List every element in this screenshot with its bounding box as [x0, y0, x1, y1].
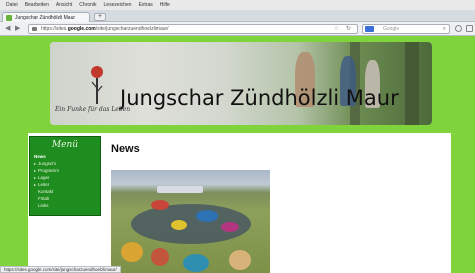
sidebar-item-label: News — [34, 154, 46, 159]
favicon-icon — [6, 14, 12, 21]
sidebar-item-foetali[interactable]: Fötali — [34, 195, 96, 202]
photo-crowd — [171, 220, 187, 230]
site-header-banner: Jungschar Zündhölzli Maur Ein Funke für … — [50, 42, 432, 125]
menu-lesezeichen[interactable]: Lesezeichen — [104, 0, 132, 10]
tab-title: Jungschar Zündhölzli Maur — [15, 14, 76, 21]
sidebar-item-lager[interactable]: ▸ Lager — [34, 174, 96, 181]
forward-button[interactable]: ▶ — [15, 25, 20, 33]
photo-crowd — [221, 222, 239, 232]
sidebar-item-label: Leiter — [38, 182, 50, 187]
home-icon[interactable] — [466, 25, 473, 32]
search-icon[interactable]: ⌕ — [443, 25, 446, 33]
lock-icon — [32, 27, 37, 31]
bookmark-star-icon[interactable]: ☆ — [334, 25, 339, 33]
search-engine-icon[interactable] — [365, 26, 374, 32]
menu-title: Menü — [51, 140, 79, 150]
menu-hilfe[interactable]: Hilfe — [160, 0, 170, 10]
menu-ansicht[interactable]: Ansicht — [56, 0, 72, 10]
sidebar-item-links[interactable]: Links — [34, 202, 96, 209]
photo-crowd — [151, 248, 169, 266]
tab-bar: Jungschar Zündhölzli Maur + — [0, 10, 475, 22]
site-motto: Ein Funke für das Leben — [55, 106, 131, 113]
sidebar-menu: Menü News ▸ Jungschi ▸ Programm ▸ Lager ▸ Le… — [29, 136, 101, 216]
search-bar[interactable]: Google ⌕ — [362, 24, 450, 34]
sidebar-item-label: Jungschi — [38, 161, 56, 166]
sidebar-item-label: Kontakt — [38, 189, 54, 194]
reload-icon[interactable]: ↻ — [346, 25, 351, 33]
photo-crowd — [121, 242, 143, 262]
sidebar-item-label: Links — [38, 203, 49, 208]
url-prefix: https://sites. — [41, 26, 68, 32]
tab-jungschar[interactable]: Jungschar Zündhölzli Maur — [2, 12, 90, 22]
photo-crowd — [183, 254, 209, 272]
sidebar-item-label: Lager — [38, 175, 50, 180]
sidebar-item-programm[interactable]: ▸ Programm — [34, 167, 96, 174]
match-tree-logo-icon — [91, 66, 103, 104]
sidebar-item-label: Programm — [38, 168, 60, 173]
downloads-icon[interactable] — [455, 25, 462, 32]
site-title: Jungschar Zündhölzli Maur — [120, 86, 399, 110]
navigation-bar: ◀ ▶ https://sites.google.com/site/jungsc… — [0, 22, 475, 36]
back-button[interactable]: ◀ — [5, 25, 10, 33]
sidebar-item-news[interactable]: News — [34, 153, 96, 160]
search-placeholder: Google — [383, 26, 400, 32]
status-bar-url: https://sites.google.com/site/jungscharz… — [0, 266, 121, 273]
menu-extras[interactable]: Extras — [139, 0, 153, 10]
sidebar-item-kontakt[interactable]: Kontakt — [34, 188, 96, 195]
browser-menubar: Datei Bearbeiten Ansicht Chronik Lesezei… — [0, 0, 475, 10]
new-tab-button[interactable]: + — [94, 13, 106, 21]
chevron-right-icon: ▸ — [34, 168, 37, 173]
photo-crowd — [151, 200, 169, 210]
url-domain: google.com — [67, 26, 96, 32]
header-tree — [405, 42, 419, 125]
chevron-right-icon: ▸ — [34, 161, 37, 166]
menu-datei[interactable]: Datei — [6, 0, 18, 10]
sidebar-item-jungschi[interactable]: ▸ Jungschi — [34, 160, 96, 167]
photo-crowd — [196, 210, 218, 222]
photo-tent — [157, 186, 203, 193]
photo-crowd — [229, 250, 251, 270]
news-photo[interactable] — [111, 170, 270, 273]
url-bar[interactable]: https://sites.google.com/site/jungscharz… — [28, 24, 358, 34]
sidebar-item-leiter[interactable]: ▸ Leiter — [34, 181, 96, 188]
page-title: News — [111, 143, 140, 155]
chevron-right-icon: ▸ — [34, 175, 37, 180]
chevron-right-icon: ▸ — [34, 182, 37, 187]
menu-list: News ▸ Jungschi ▸ Programm ▸ Lager ▸ Leiter … — [34, 153, 96, 209]
menu-bearbeiten[interactable]: Bearbeiten — [25, 0, 49, 10]
url-suffix: /site/jungscharzuendhoelzlimaur/ — [95, 26, 169, 32]
menu-chronik[interactable]: Chronik — [79, 0, 96, 10]
sidebar-item-label: Fötali — [38, 196, 50, 201]
